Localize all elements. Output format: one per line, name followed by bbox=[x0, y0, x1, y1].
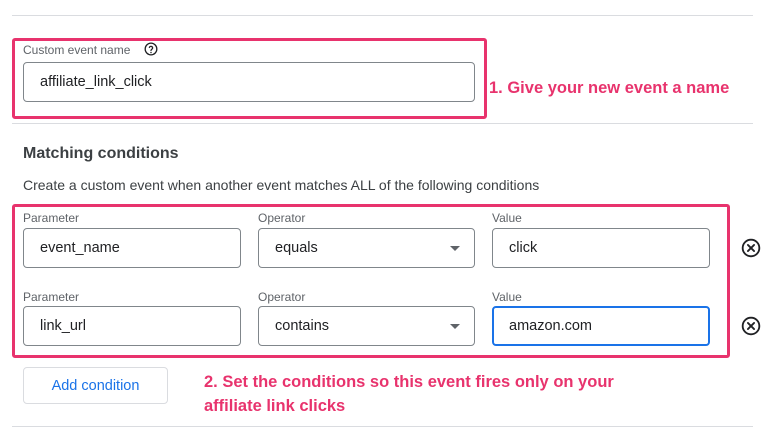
help-icon[interactable] bbox=[144, 42, 158, 56]
operator-label: Operator bbox=[258, 211, 306, 225]
remove-condition-icon[interactable] bbox=[741, 238, 761, 258]
top-divider bbox=[12, 15, 753, 16]
add-condition-button[interactable]: Add condition bbox=[23, 367, 168, 404]
value-input-row-1[interactable]: click bbox=[492, 228, 710, 268]
parameter-label: Parameter bbox=[23, 290, 80, 304]
section-divider bbox=[12, 123, 753, 124]
dropdown-arrow-icon bbox=[450, 324, 460, 329]
operator-value: equals bbox=[275, 240, 318, 256]
custom-event-name-value: affiliate_link_click bbox=[40, 74, 152, 90]
annotation-step-1: 1. Give your new event a name bbox=[489, 79, 730, 97]
parameter-input-row-2[interactable]: link_url bbox=[23, 306, 241, 346]
value-text: click bbox=[509, 240, 538, 256]
matching-conditions-title: Matching conditions bbox=[23, 145, 179, 162]
dropdown-arrow-icon bbox=[450, 246, 460, 251]
parameter-label: Parameter bbox=[23, 211, 80, 225]
parameter-input-row-1[interactable]: event_name bbox=[23, 228, 241, 268]
operator-value: contains bbox=[275, 318, 330, 334]
bottom-divider bbox=[12, 426, 753, 427]
remove-condition-icon[interactable] bbox=[741, 316, 761, 336]
parameter-value: event_name bbox=[40, 240, 120, 256]
parameter-value: link_url bbox=[40, 318, 86, 334]
value-text: amazon.com bbox=[509, 318, 593, 334]
value-input-row-2[interactable]: amazon.com bbox=[492, 306, 710, 346]
custom-event-name-input[interactable]: affiliate_link_click bbox=[23, 62, 475, 102]
value-label: Value bbox=[492, 290, 522, 304]
value-label: Value bbox=[492, 211, 522, 225]
operator-select-row-2[interactable]: contains bbox=[258, 306, 475, 346]
operator-select-row-1[interactable]: equals bbox=[258, 228, 475, 268]
custom-event-name-label: Custom event name bbox=[23, 43, 131, 57]
matching-conditions-description: Create a custom event when another event… bbox=[23, 177, 540, 193]
annotation-step-2: 2. Set the conditions so this event fire… bbox=[204, 373, 614, 415]
operator-label: Operator bbox=[258, 290, 306, 304]
